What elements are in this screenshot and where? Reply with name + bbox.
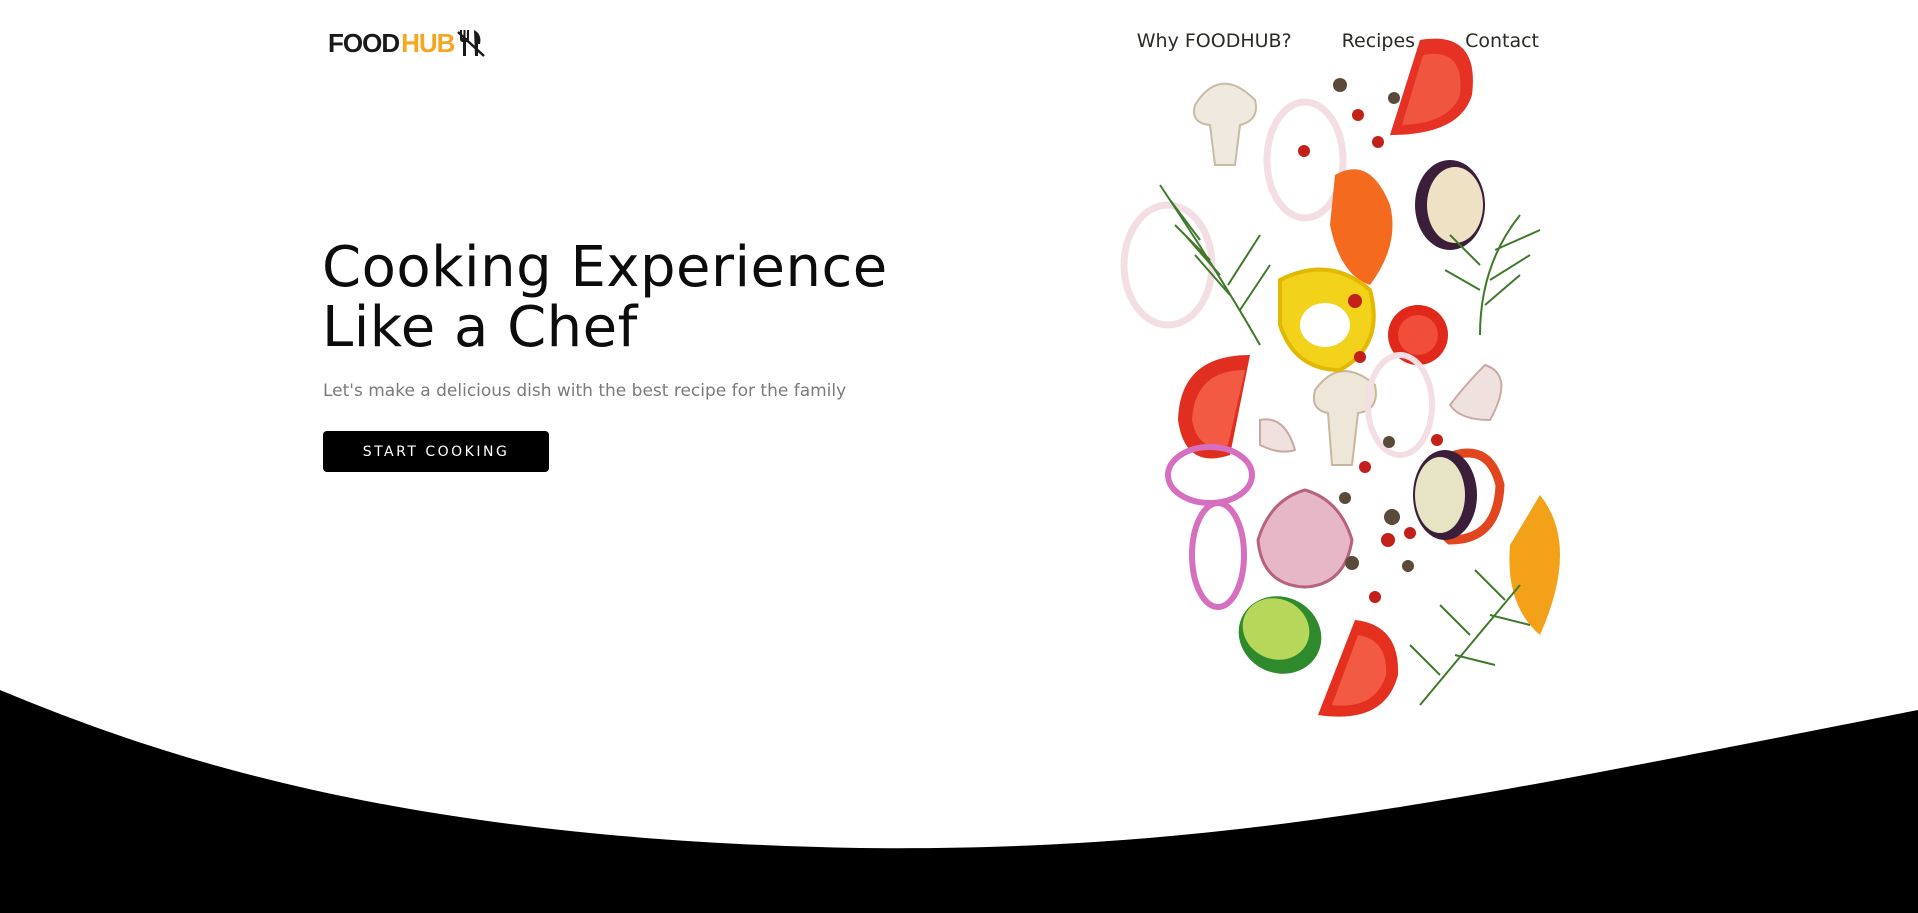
hero-subtitle: Let's make a delicious dish with the bes… [323,381,847,401]
eggplant-slice-icon [1415,160,1485,250]
brand-name-part2: HUB [401,27,455,58]
hero-title: Cooking Experience Like a Chef [322,238,962,358]
brand-logo[interactable]: FOOD HUB [328,26,486,60]
onion-ring-icon [1365,352,1435,458]
red-onion-icon [1256,488,1354,589]
fork-knife-icon [457,30,486,57]
start-cooking-button[interactable]: START COOKING [323,431,549,472]
mushroom-icon [1193,82,1257,166]
garlic-clove-icon [1259,418,1297,453]
tomato-slice-icon [1390,38,1473,135]
hero-title-line1: Cooking Experience [322,235,888,300]
cucumber-slice-icon [1238,596,1322,674]
eggplant-slice-icon [1413,450,1477,540]
hero-title-line2: Like a Chef [322,295,638,360]
yellow-pepper-slice-icon [1509,495,1560,635]
onion-ring-icon [1120,201,1216,329]
onion-ring-icon [1189,500,1247,610]
brand-name-part1: FOOD [328,27,400,58]
garlic-clove-icon [1448,363,1503,422]
onion-ring-icon [1263,98,1347,222]
bottom-wave-divider [0,690,1918,913]
orange-pepper-icon [1330,169,1393,285]
tomato-slice-icon [1178,355,1250,459]
